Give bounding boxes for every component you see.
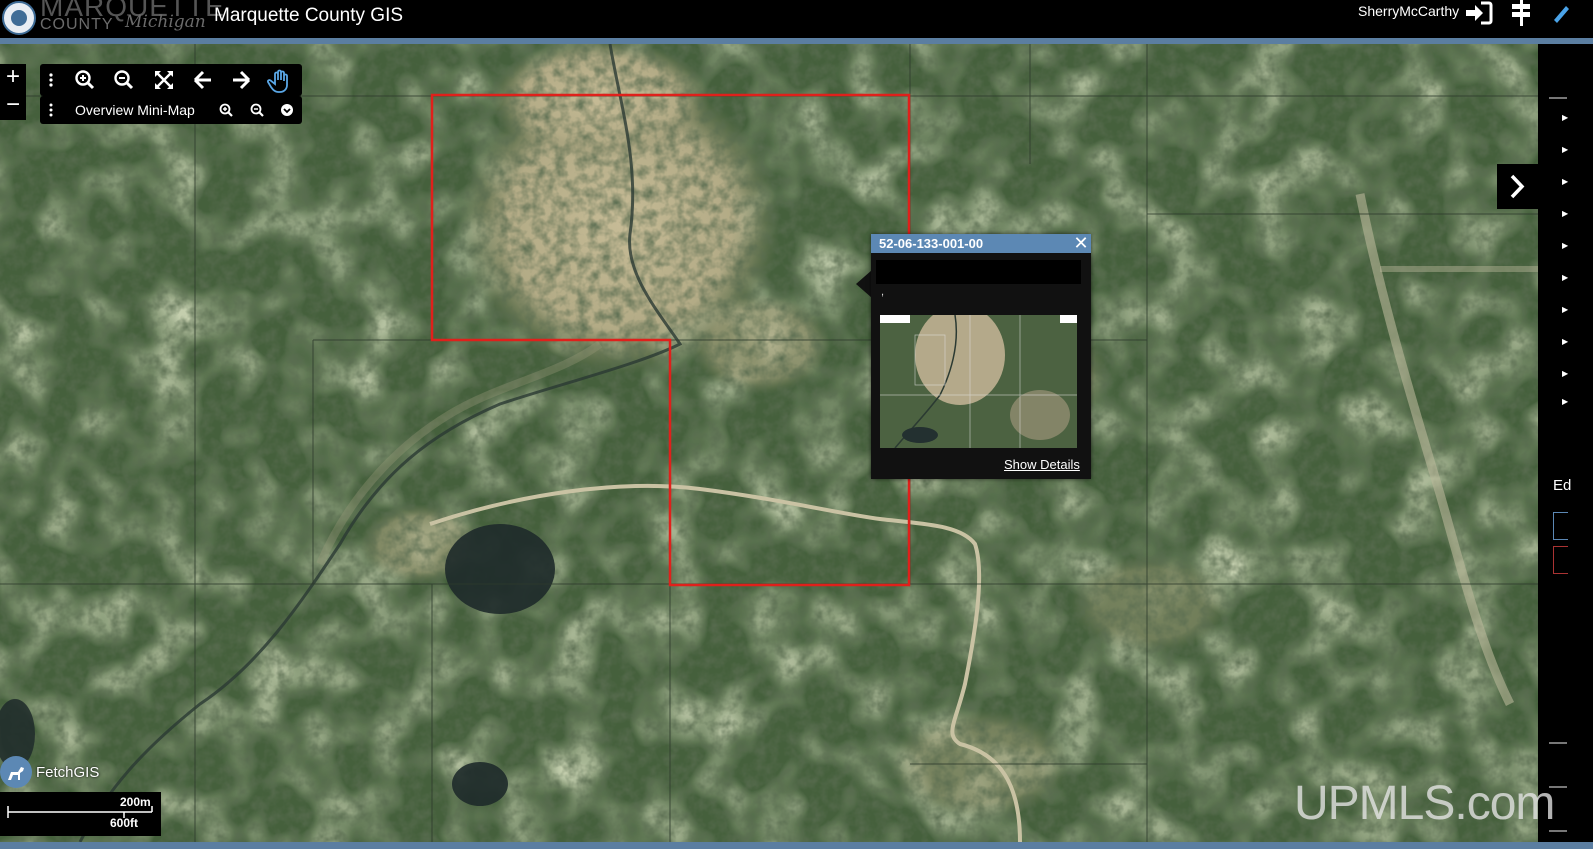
popup-small-text: , — [881, 286, 885, 298]
zoom-out-button[interactable]: − — [0, 92, 26, 120]
zoom-in-button[interactable]: + — [0, 64, 26, 92]
county-logo[interactable]: MARQUETTE COUNTY Michigan — [0, 0, 224, 36]
panel-arrow-icon[interactable]: ▶ — [1562, 210, 1568, 218]
app-title: Marquette County GIS — [214, 5, 404, 26]
fetchgis-label: FetchGIS — [36, 764, 100, 781]
panel-arrow-icon[interactable]: ▶ — [1562, 242, 1568, 250]
right-panel — [1538, 44, 1593, 842]
redacted-owner-block — [876, 260, 1081, 284]
parcel-id: 52-06-133-001-00 — [879, 236, 984, 251]
sign-in-icon[interactable] — [1463, 0, 1495, 26]
panel-arrow-icon[interactable]: ▶ — [1562, 370, 1568, 378]
logo-county: COUNTY — [40, 16, 114, 33]
panel-arrow-icon[interactable]: ▶ — [1562, 306, 1568, 314]
aerial-imagery — [0, 44, 1538, 842]
logo-state: Michigan — [125, 12, 206, 32]
upmls-watermark: UPMLS.com — [1294, 777, 1555, 830]
zoom-in-icon[interactable] — [67, 64, 103, 96]
panel-divider — [1549, 742, 1567, 744]
menu-grip-icon[interactable] — [40, 96, 62, 124]
close-icon[interactable]: ✕ — [1071, 234, 1091, 253]
forward-arrow-icon[interactable] — [223, 64, 259, 96]
pan-hand-icon[interactable] — [262, 64, 298, 96]
panel-arrow-icon[interactable]: ▶ — [1562, 114, 1568, 122]
minimap-label[interactable]: Overview Mini-Map — [75, 102, 195, 118]
map-canvas[interactable] — [0, 44, 1538, 842]
edit-icon[interactable] — [1550, 0, 1570, 26]
panel-arrow-icon[interactable]: ▶ — [1562, 398, 1568, 406]
panel-divider — [1549, 97, 1567, 99]
gis-app: MARQUETTE COUNTY Michigan Marquette Coun… — [0, 0, 1593, 867]
panel-partial-heading: Ed — [1553, 477, 1572, 494]
show-details-link[interactable]: Show Details — [1004, 457, 1080, 472]
panel-arrow-icon[interactable]: ▶ — [1562, 274, 1568, 282]
panel-swatch-red[interactable] — [1553, 546, 1568, 574]
chevron-down-icon[interactable] — [276, 96, 300, 124]
overview-minimap-bar: Overview Mini-Map — [40, 96, 302, 124]
panel-swatch-blue[interactable] — [1553, 512, 1568, 540]
county-seal-icon — [2, 1, 36, 35]
panel-arrow-icon[interactable]: ▶ — [1562, 338, 1568, 346]
panel-arrow-icon[interactable]: ▶ — [1562, 178, 1568, 186]
map-toolbar — [40, 64, 302, 96]
scale-imperial: 600ft — [110, 816, 139, 830]
menu-grip-icon[interactable] — [40, 64, 62, 96]
header-bar: MARQUETTE COUNTY Michigan Marquette Coun… — [0, 0, 1593, 38]
parcel-popup: 52-06-133-001-00 ✕ , Show Details — [871, 234, 1091, 479]
back-arrow-icon[interactable] — [185, 64, 221, 96]
popup-header: 52-06-133-001-00 ✕ — [871, 234, 1091, 253]
panel-arrow-icon[interactable]: ▶ — [1562, 146, 1568, 154]
minimap-zoom-in-icon[interactable] — [215, 96, 239, 124]
parcel-thumbnail[interactable] — [880, 315, 1077, 448]
signpost-icon[interactable] — [1506, 0, 1538, 26]
dog-logo-icon — [0, 756, 32, 788]
full-extent-icon[interactable] — [146, 64, 182, 96]
zoom-out-icon[interactable] — [106, 64, 142, 96]
footer-band — [0, 842, 1593, 867]
chevron-right-icon — [1510, 174, 1525, 199]
expand-panel-button[interactable] — [1497, 164, 1538, 209]
username[interactable]: SherryMcCarthy — [1358, 3, 1459, 19]
zoom-controls: + − — [0, 64, 26, 120]
scale-bar: 200m 600ft — [0, 792, 161, 836]
minimap-zoom-out-icon[interactable] — [246, 96, 270, 124]
popup-pointer — [856, 270, 872, 298]
fetchgis-brand[interactable]: FetchGIS — [0, 756, 110, 790]
